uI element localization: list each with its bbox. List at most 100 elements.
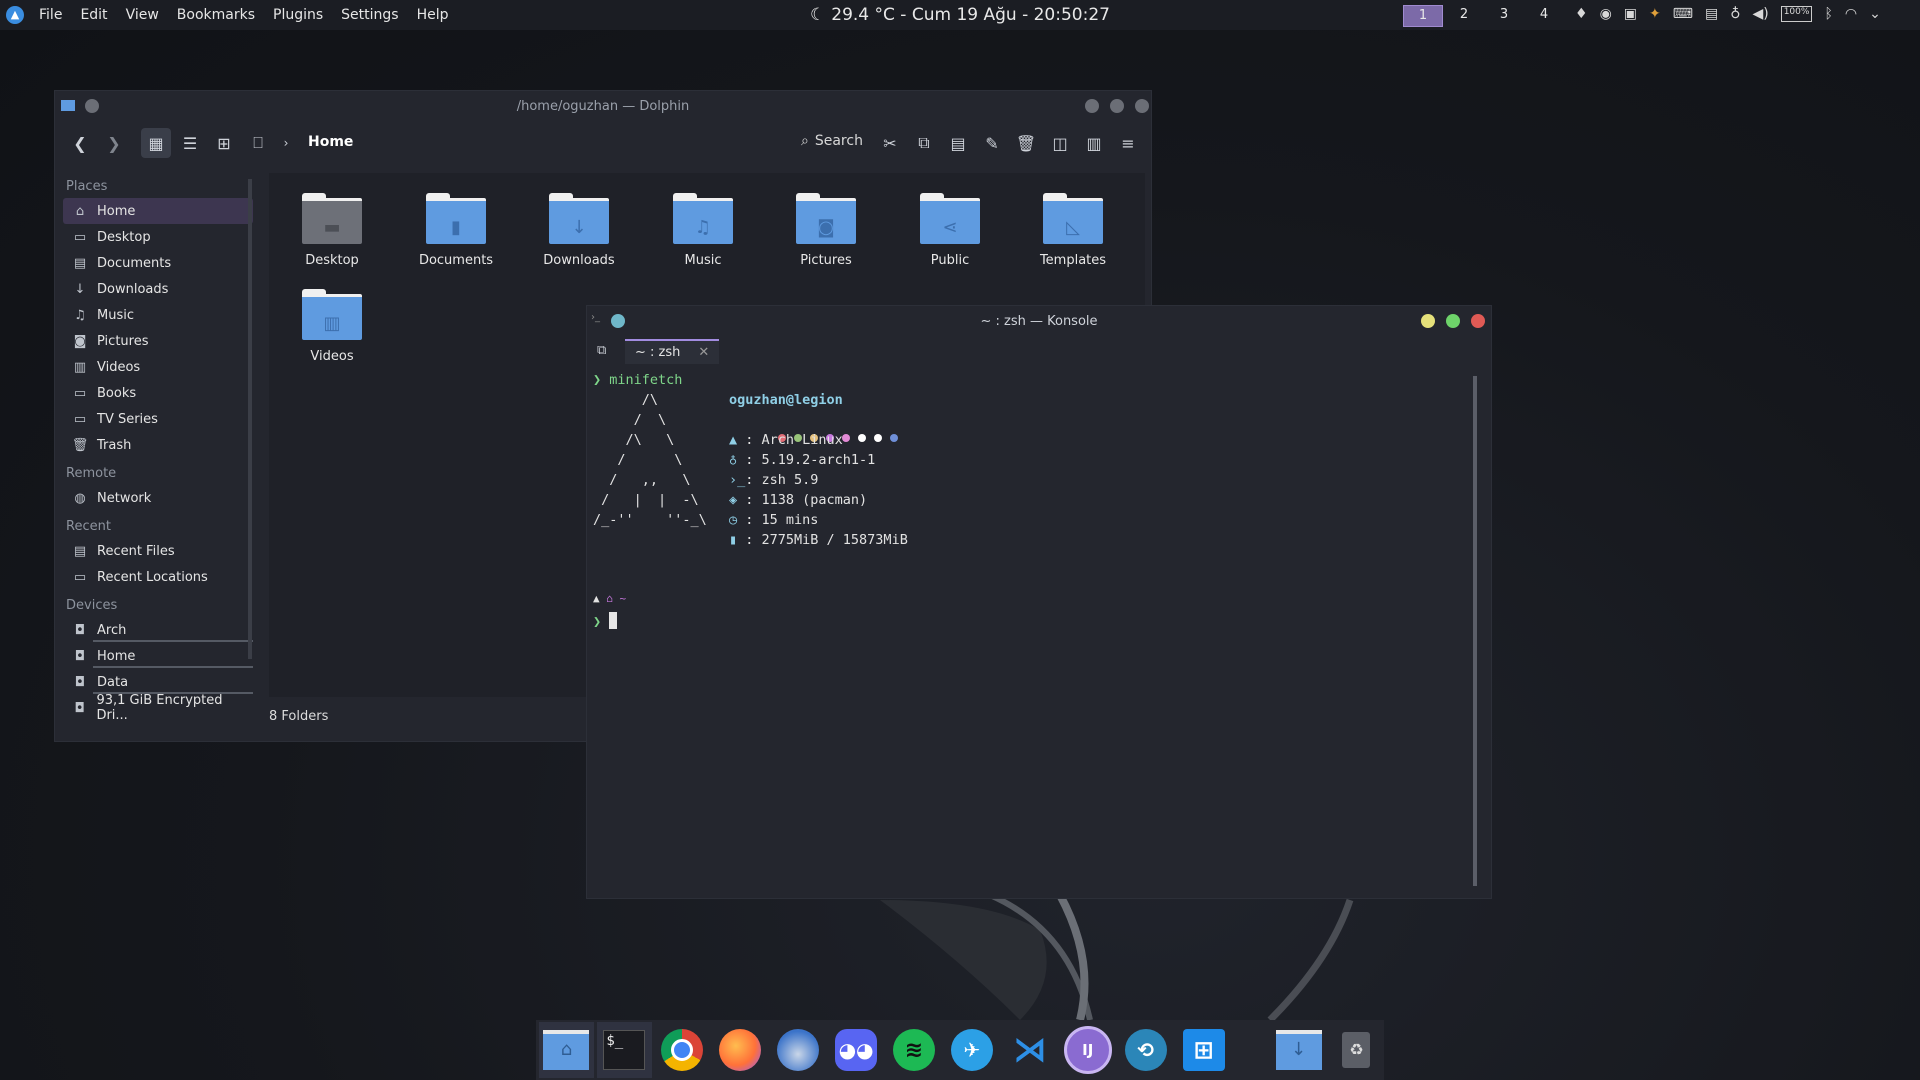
- tree-view-button[interactable]: ⊞: [209, 128, 239, 158]
- sidebar-item-desktop[interactable]: ▭ Desktop: [63, 224, 253, 250]
- desktop-2[interactable]: 2: [1445, 5, 1483, 25]
- menu-bookmarks[interactable]: Bookmarks: [168, 7, 264, 23]
- sidebar-item-videos[interactable]: ▥ Videos: [63, 354, 253, 380]
- notes-icon[interactable]: ▤: [1705, 6, 1718, 22]
- dock-app-downloads[interactable]: ↓: [1271, 1022, 1326, 1078]
- ascii-art-line: / \: [593, 412, 667, 428]
- folder-downloads[interactable]: ↓ Downloads: [524, 193, 634, 268]
- sidebar-item-recent-locations[interactable]: ▭ Recent Locations: [63, 564, 253, 590]
- rename-icon[interactable]: ✎: [977, 128, 1007, 158]
- menu-file[interactable]: File: [30, 7, 71, 23]
- folder-videos[interactable]: ▥ Videos: [277, 289, 387, 364]
- dock-app-windows[interactable]: ⊞: [1176, 1022, 1231, 1078]
- folder-music[interactable]: ♫ Music: [648, 193, 758, 268]
- sidebar-item-home-drive[interactable]: ◘ Home: [63, 643, 253, 669]
- dock-app-home-folder[interactable]: ⌂: [539, 1022, 594, 1078]
- desktop-1[interactable]: 1: [1403, 5, 1443, 27]
- sidebar-item-data[interactable]: ◘ Data: [63, 669, 253, 695]
- folder-label: Public: [930, 253, 970, 268]
- dock-app-terminal[interactable]: $_: [596, 1022, 652, 1078]
- folder-desktop[interactable]: ▬ Desktop: [277, 193, 387, 268]
- paste-icon[interactable]: ▤: [943, 128, 973, 158]
- sidebar-item-downloads[interactable]: ↓ Downloads: [63, 276, 253, 302]
- sidebar-item-trash[interactable]: 🗑 Trash: [63, 432, 253, 458]
- bluetooth-icon[interactable]: ᛒ: [1824, 6, 1832, 22]
- breadcrumb[interactable]: Home: [308, 134, 353, 150]
- sidebar-item-home[interactable]: ⌂ Home: [63, 198, 253, 224]
- cut-icon[interactable]: ✂: [875, 128, 905, 158]
- sidebar-item-network[interactable]: ◍ Network: [63, 485, 253, 511]
- folder-public[interactable]: ⋖ Public: [895, 193, 1005, 268]
- battery-icon[interactable]: 100%: [1780, 6, 1813, 22]
- icons-view-button[interactable]: ▦: [141, 128, 171, 158]
- bookmark-icon[interactable]: ⎕: [243, 128, 273, 158]
- dock-app-trash[interactable]: ♻: [1329, 1022, 1384, 1078]
- sidebar-item-recent-files[interactable]: ▤ Recent Files: [63, 538, 253, 564]
- dock-app-discord[interactable]: ◕◕: [829, 1022, 884, 1078]
- new-tab-icon[interactable]: ⧉: [597, 343, 606, 358]
- menu-settings[interactable]: Settings: [332, 7, 407, 23]
- volume-icon[interactable]: ◀): [1752, 6, 1768, 22]
- copy-icon[interactable]: ⧉: [909, 128, 939, 158]
- preview-panel-icon[interactable]: ▥: [1079, 128, 1109, 158]
- desktop-pager[interactable]: 1 2 3 4: [1401, 5, 1563, 27]
- clipboard-icon[interactable]: ▣: [1624, 6, 1637, 22]
- sidebar-scrollbar[interactable]: [248, 179, 252, 659]
- close-button[interactable]: [1471, 314, 1485, 328]
- dock-app-qbittorrent[interactable]: ✈: [944, 1022, 999, 1078]
- desktop-4[interactable]: 4: [1525, 5, 1563, 25]
- sidebar-item-arch[interactable]: ◘ Arch: [63, 617, 253, 643]
- sidebar-item-documents[interactable]: ▤ Documents: [63, 250, 253, 276]
- sidebar-item-tv-series[interactable]: ▭ TV Series: [63, 406, 253, 432]
- status-bar: 8 Folders: [269, 709, 329, 724]
- wifi-icon[interactable]: ◠: [1845, 6, 1857, 22]
- menu-help[interactable]: Help: [408, 7, 458, 23]
- chevron-down-icon[interactable]: ⌄: [1869, 6, 1881, 22]
- dock-app-thunderbird[interactable]: [771, 1022, 826, 1078]
- tab-zsh[interactable]: ~ : zsh ✕: [625, 338, 720, 364]
- color-icon[interactable]: ✦: [1649, 6, 1661, 22]
- desktop-3[interactable]: 3: [1485, 5, 1523, 25]
- terminal-area[interactable]: ❯ minifetch /\ / \ /\ \ / \ / ,, \ / | |…: [593, 368, 1473, 888]
- info-memory: : 2775MiB / 15873MiB: [745, 532, 908, 548]
- terminal-icon: $_: [603, 1030, 646, 1070]
- close-button[interactable]: [1135, 99, 1149, 113]
- details-view-button[interactable]: ☰: [175, 128, 205, 158]
- menu-edit[interactable]: Edit: [71, 7, 116, 23]
- hamburger-menu-icon[interactable]: ≡: [1113, 128, 1143, 158]
- menu-view[interactable]: View: [117, 7, 168, 23]
- minimize-button[interactable]: [1421, 314, 1435, 328]
- dock-app-firefox[interactable]: [713, 1022, 768, 1078]
- maximize-button[interactable]: [1446, 314, 1460, 328]
- bulb-icon[interactable]: ♁: [1730, 6, 1740, 22]
- dolphin-titlebar[interactable]: /home/oguzhan — Dolphin: [55, 91, 1151, 121]
- close-icon[interactable]: ✕: [698, 345, 709, 360]
- back-button[interactable]: ❮: [65, 128, 95, 158]
- dock-app-vscode[interactable]: ⋊: [1002, 1022, 1057, 1078]
- folder-documents[interactable]: ▮ Documents: [401, 193, 511, 268]
- sidebar-item-books[interactable]: ▭ Books: [63, 380, 253, 406]
- folder-templates[interactable]: ◺ Templates: [1018, 193, 1128, 268]
- dock-app-chrome[interactable]: [655, 1022, 710, 1078]
- qbittorrent-icon: ✈: [950, 1029, 993, 1071]
- terminal-icon[interactable]: ⌨: [1673, 6, 1693, 22]
- dock-app-spotify[interactable]: ≋: [887, 1022, 942, 1078]
- maximize-button[interactable]: [1110, 99, 1124, 113]
- forward-button[interactable]: ❯: [99, 128, 129, 158]
- dock-app-shutter[interactable]: ⟲: [1118, 1022, 1173, 1078]
- sidebar-item-pictures[interactable]: ◙ Pictures: [63, 328, 253, 354]
- search-button[interactable]: ⌕ Search: [801, 133, 863, 149]
- sidebar-item-music[interactable]: ♫ Music: [63, 302, 253, 328]
- split-view-icon[interactable]: ◫: [1045, 128, 1075, 158]
- konsole-titlebar[interactable]: ›_ ~ : zsh — Konsole: [587, 306, 1491, 336]
- terminal-scrollbar[interactable]: [1473, 376, 1477, 886]
- folder-pictures[interactable]: ◙ Pictures: [771, 193, 881, 268]
- trash-icon[interactable]: 🗑: [1011, 128, 1041, 158]
- sidebar-item-encrypted-drive[interactable]: ◘ 93,1 GiB Encrypted Dri...: [63, 693, 253, 723]
- drop-icon[interactable]: ♦: [1575, 6, 1588, 22]
- menu-plugins[interactable]: Plugins: [264, 7, 332, 23]
- dock-app-intellij[interactable]: IJ: [1060, 1022, 1115, 1078]
- record-icon[interactable]: ◉: [1600, 6, 1612, 22]
- minimize-button[interactable]: [1085, 99, 1099, 113]
- launcher-icon[interactable]: ▲: [0, 0, 30, 30]
